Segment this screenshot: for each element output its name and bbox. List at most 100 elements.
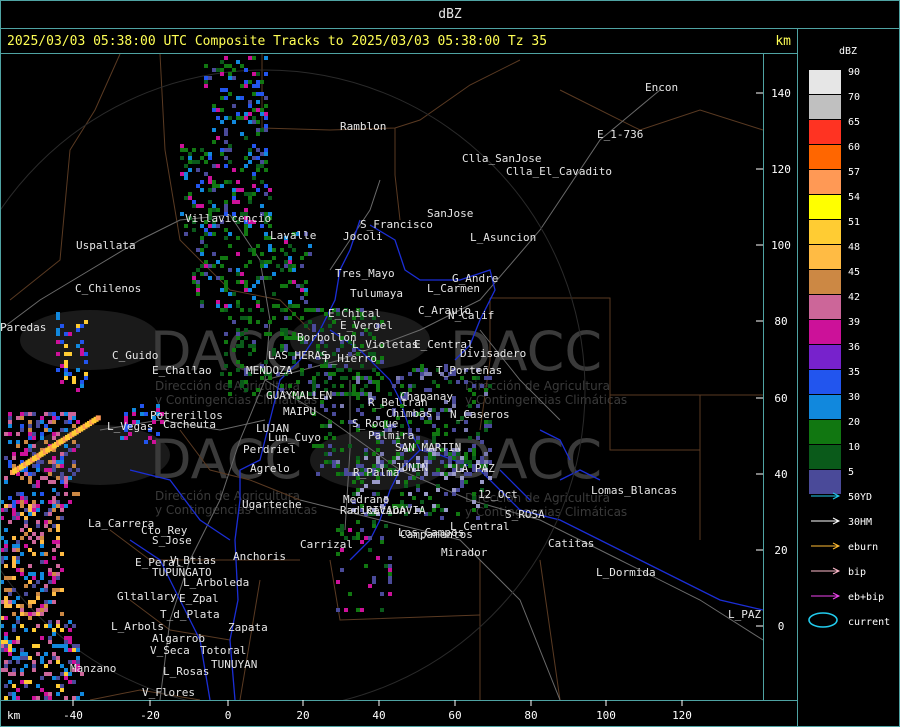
echo-pixel: [228, 160, 232, 164]
echo-pixel: [248, 112, 252, 116]
echo-pixel: [312, 384, 316, 388]
echo-pixel: [8, 652, 12, 656]
echo-pixel: [228, 144, 232, 148]
echo-pixel: [240, 188, 244, 192]
legend-label: 35: [848, 367, 860, 378]
echo-pixel: [224, 156, 228, 160]
echo-pixel: [28, 420, 32, 424]
echo-pixel: [52, 556, 56, 560]
echo-pixel: [16, 540, 20, 544]
echo-pixel: [60, 644, 64, 648]
echo-pixel: [72, 376, 76, 380]
echo-pixel: [308, 308, 312, 312]
legend: dBZ 90 70 65 60 57 54 51 48 45 42 39 36 35 30 20 10 5 50Y…: [808, 46, 890, 628]
echo-pixel: [64, 352, 68, 356]
legend-label: 10: [848, 442, 860, 453]
echo-pixel: [216, 68, 220, 72]
echo-pixel: [360, 488, 364, 492]
echo-pixel: [8, 412, 12, 416]
echo-pixel: [216, 304, 220, 308]
echo-pixel: [284, 328, 288, 332]
echo-pixel: [40, 656, 44, 660]
echo-pixel: [200, 148, 204, 152]
echo-pixel: [220, 72, 224, 76]
echo-pixel: [48, 672, 52, 676]
echo-pixel: [124, 436, 128, 440]
echo-pixel: [28, 448, 32, 452]
echo-pixel: [56, 464, 60, 468]
echo-pixel: [336, 460, 340, 464]
echo-pixel: [328, 460, 332, 464]
echo-pixel: [84, 320, 88, 324]
echo-pixel: [28, 612, 32, 616]
echo-pixel: [252, 184, 256, 188]
radar-map[interactable]: DACC DACC DACC DACC Dirección de Agricul…: [0, 0, 900, 727]
echo-pixel: [408, 420, 412, 424]
echo-pixel: [288, 316, 292, 320]
echo-pixel: [8, 420, 12, 424]
echo-pixel: [480, 456, 484, 460]
echo-pixel: [40, 552, 44, 556]
echo-pixel: [20, 572, 24, 576]
place-label: L_PAZ: [728, 608, 761, 621]
echo-pixel: [4, 540, 8, 544]
echo-pixel: [464, 456, 468, 460]
place-label: S_Jose: [152, 534, 192, 547]
echo-pixel: [52, 464, 56, 468]
echo-pixel: [256, 100, 260, 104]
echo-pixel: [360, 540, 364, 544]
echo-pixel: [24, 664, 28, 668]
echo-pixel: [472, 448, 476, 452]
echo-pixel: [236, 336, 240, 340]
echo-pixel: [224, 340, 228, 344]
echo-pixel: [248, 192, 252, 196]
echo-pixel: [292, 248, 296, 252]
echo-pixel: [360, 404, 364, 408]
echo-pixel: [384, 524, 388, 528]
echo-pixel: [64, 332, 68, 336]
echo-pixel: [240, 380, 244, 384]
echo-pixel: [312, 380, 316, 384]
echo-pixel: [204, 84, 208, 88]
echo-pixel: [340, 568, 344, 572]
echo-pixel: [380, 608, 384, 612]
place-label: Ramblon: [340, 120, 386, 133]
echo-pixel: [452, 456, 456, 460]
echo-pixel: [52, 572, 56, 576]
echo-pixel: [248, 120, 252, 124]
place-label: T_d_Plata: [160, 608, 220, 621]
echo-pixel: [264, 236, 268, 240]
echo-pixel: [472, 392, 476, 396]
place-label: E_Challao: [152, 364, 212, 377]
echo-pixel: [196, 248, 200, 252]
echo-pixel: [196, 292, 200, 296]
echo-pixel: [468, 436, 472, 440]
echo-pixel: [1, 644, 4, 648]
echo-pixel: [364, 456, 368, 460]
echo-pixel: [56, 676, 60, 680]
echo-pixel: [64, 360, 68, 364]
echo-pixel: [244, 192, 248, 196]
echo-pixel: [52, 600, 56, 604]
echo-pixel: [248, 148, 252, 152]
echo-pixel: [244, 156, 248, 160]
echo-pixel: [376, 448, 380, 452]
echo-pixel: [268, 260, 272, 264]
echo-pixel: [336, 464, 340, 468]
echo-pixel: [52, 592, 56, 596]
echo-pixel: [208, 156, 212, 160]
echo-pixel: [288, 336, 292, 340]
echo-pixel: [244, 68, 248, 72]
place-label: Uspallata: [76, 239, 136, 252]
echo-pixel: [1, 648, 4, 652]
echo-pixel: [16, 568, 20, 572]
echo-pixel: [204, 160, 208, 164]
place-label: L_Arboleda: [183, 576, 249, 589]
echo-pixel: [332, 436, 336, 440]
echo-pixel: [252, 192, 256, 196]
echo-pixel: [80, 380, 84, 384]
legend-label: 5: [848, 467, 854, 478]
echo-pixel: [204, 152, 208, 156]
echo-pixel: [68, 476, 72, 480]
x-tick-label: 40: [372, 709, 385, 722]
